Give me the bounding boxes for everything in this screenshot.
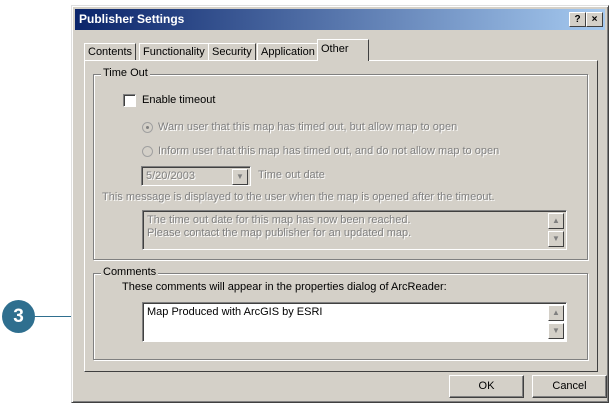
timeout-date-dropdown[interactable]: 5/20/2003 ▼ [141, 166, 251, 186]
tab-panel-other: Time Out Enable timeout Warn user that t… [84, 60, 598, 372]
scroll-up-icon[interactable]: ▲ [548, 305, 564, 321]
title-bar[interactable]: Publisher Settings ? × [75, 9, 605, 30]
close-button[interactable]: × [586, 12, 603, 27]
comments-hint: These comments will appear in the proper… [122, 281, 447, 293]
warn-user-label[interactable]: Warn user that this map has timed out, b… [158, 121, 457, 133]
tab-security[interactable]: Security [208, 43, 256, 61]
comments-text: Map Produced with ArcGIS by ESRI [147, 306, 323, 318]
timeout-date-value: 5/20/2003 [146, 170, 195, 182]
comments-scrollbar[interactable]: ▲ ▼ [548, 305, 564, 339]
timeout-message-hint: This message is displayed to the user wh… [102, 191, 495, 203]
publisher-settings-dialog: Publisher Settings ? × Contents Function… [71, 5, 609, 403]
enable-timeout-label[interactable]: Enable timeout [142, 94, 215, 106]
warn-user-radio[interactable] [142, 122, 153, 133]
cancel-button[interactable]: Cancel [532, 375, 607, 398]
timeout-message-scrollbar[interactable]: ▲ ▼ [548, 213, 564, 247]
inform-user-radio[interactable] [142, 146, 153, 157]
tab-application[interactable]: Application [257, 43, 319, 61]
tab-other[interactable]: Other [317, 39, 369, 61]
window-title: Publisher Settings [79, 12, 185, 26]
timeout-legend: Time Out [101, 67, 150, 79]
scroll-down-icon[interactable]: ▼ [548, 323, 564, 339]
scroll-down-icon[interactable]: ▼ [548, 231, 564, 247]
dropdown-arrow-icon[interactable]: ▼ [232, 169, 248, 185]
scroll-up-icon[interactable]: ▲ [548, 213, 564, 229]
timeout-message-text: The time out date for this map has now b… [147, 214, 412, 239]
comments-textarea[interactable]: Map Produced with ArcGIS by ESRI ▲ ▼ [142, 302, 567, 342]
enable-timeout-checkbox[interactable] [123, 94, 136, 107]
timeout-date-label: Time out date [258, 169, 325, 181]
timeout-group: Time Out Enable timeout Warn user that t… [93, 67, 588, 260]
tab-contents[interactable]: Contents [84, 43, 137, 61]
help-button[interactable]: ? [569, 12, 586, 27]
timeout-message-textarea[interactable]: The time out date for this map has now b… [142, 210, 567, 250]
comments-legend: Comments [101, 266, 159, 278]
tab-functionality[interactable]: Functionality [139, 43, 209, 61]
ok-button[interactable]: OK [449, 375, 524, 398]
inform-user-label[interactable]: Inform user that this map has timed out,… [158, 145, 499, 157]
callout-number: 3 [2, 300, 35, 333]
comments-group: Comments These comments will appear in t… [93, 266, 588, 360]
